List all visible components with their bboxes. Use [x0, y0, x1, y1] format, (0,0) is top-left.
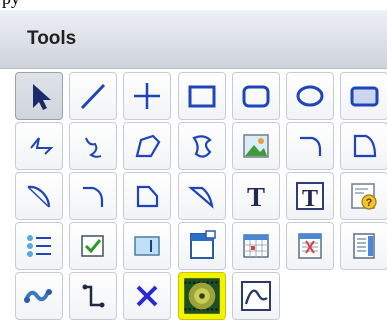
x-icon — [136, 285, 158, 307]
svg-text:?: ? — [366, 197, 373, 209]
shaded-rectangle-icon — [350, 86, 379, 107]
curve-graph-tool-button[interactable] — [231, 272, 280, 320]
image-icon — [243, 134, 269, 158]
polygon-icon — [135, 134, 161, 158]
step-line-tool-button[interactable] — [69, 272, 118, 320]
text-box-icon: T — [296, 182, 324, 212]
rounded-rectangle-tool-button[interactable] — [231, 72, 280, 120]
callout-icon: ? — [351, 183, 377, 210]
checkbox-icon — [81, 235, 104, 257]
ellipse-icon — [296, 85, 324, 107]
image-tool-button[interactable] — [231, 122, 280, 170]
freehand-curve-icon — [85, 137, 102, 158]
text-icon: T — [247, 182, 265, 212]
slanted-arc-tool-button[interactable] — [177, 172, 226, 220]
dialog-tool-button[interactable] — [177, 222, 226, 270]
pointer-tool-button[interactable] — [15, 72, 63, 120]
delete-tool-button[interactable] — [123, 272, 172, 320]
arrow-pointer-icon — [33, 84, 51, 110]
wave-tool-button[interactable] — [15, 272, 63, 320]
curved-shape-tool-button[interactable] — [340, 122, 387, 170]
diagonal-arc-icon — [27, 185, 51, 208]
form-tool-button[interactable] — [286, 222, 334, 270]
media-disc-icon — [183, 278, 220, 314]
rounded-rectangle-icon — [242, 85, 270, 108]
rectangle-tool-button[interactable] — [177, 72, 226, 120]
rectangle-icon — [188, 85, 216, 108]
crosshair-tool-button[interactable] — [123, 72, 172, 120]
media-tool-button[interactable] — [177, 272, 226, 320]
text-box-tool-button[interactable]: T — [286, 172, 334, 220]
plus-icon — [134, 83, 161, 109]
freehand-shape-icon — [191, 135, 212, 158]
panel-title: Tools — [27, 28, 77, 49]
callout-tool-button[interactable]: ? — [340, 172, 387, 220]
text-field-icon — [134, 236, 161, 256]
grid-tool-button[interactable] — [231, 222, 280, 270]
step-line-icon — [82, 284, 105, 308]
shaded-rectangle-tool-button[interactable] — [340, 72, 387, 120]
top-text-fragment: py — [0, 0, 387, 10]
scroll-panel-tool-button[interactable] — [340, 222, 387, 270]
ellipse-tool-button[interactable] — [286, 72, 334, 120]
grid-icon — [243, 234, 269, 258]
freehand-curve-tool-button[interactable] — [69, 122, 118, 170]
elbow-arc-icon — [83, 186, 104, 207]
zigzag-line-tool-button[interactable] — [15, 122, 63, 170]
svg-text:T: T — [302, 186, 318, 212]
wave-icon — [24, 289, 52, 303]
text-tool-button[interactable]: T — [231, 172, 280, 220]
polygon-tool-button[interactable] — [123, 122, 172, 170]
list-tool-button[interactable] — [15, 222, 63, 270]
curve-graph-icon — [240, 281, 271, 311]
arc-tool-button[interactable] — [286, 122, 334, 170]
tool-grid: T T? — [0, 69, 387, 333]
checkbox-tool-button[interactable] — [69, 222, 118, 270]
zigzag-icon — [30, 137, 54, 155]
cut-corner-icon — [137, 185, 159, 208]
slanted-arc-icon — [187, 186, 214, 209]
scroll-panel-icon — [353, 233, 375, 259]
dialog-icon — [189, 230, 216, 259]
list-icon — [27, 235, 51, 257]
cut-corner-tool-button[interactable] — [123, 172, 172, 220]
text-field-tool-button[interactable] — [123, 222, 172, 270]
panel-header: Tools — [0, 10, 387, 69]
arc-icon — [300, 136, 322, 156]
freehand-shape-tool-button[interactable] — [177, 122, 226, 170]
line-tool-button[interactable] — [69, 72, 118, 120]
form-icon — [298, 233, 322, 259]
elbow-arc-tool-button[interactable] — [69, 172, 118, 220]
diagonal-line-icon — [81, 83, 106, 110]
svg-text:T: T — [247, 182, 265, 212]
curved-shape-icon — [354, 134, 377, 158]
diagonal-arc-tool-button[interactable] — [15, 172, 63, 220]
